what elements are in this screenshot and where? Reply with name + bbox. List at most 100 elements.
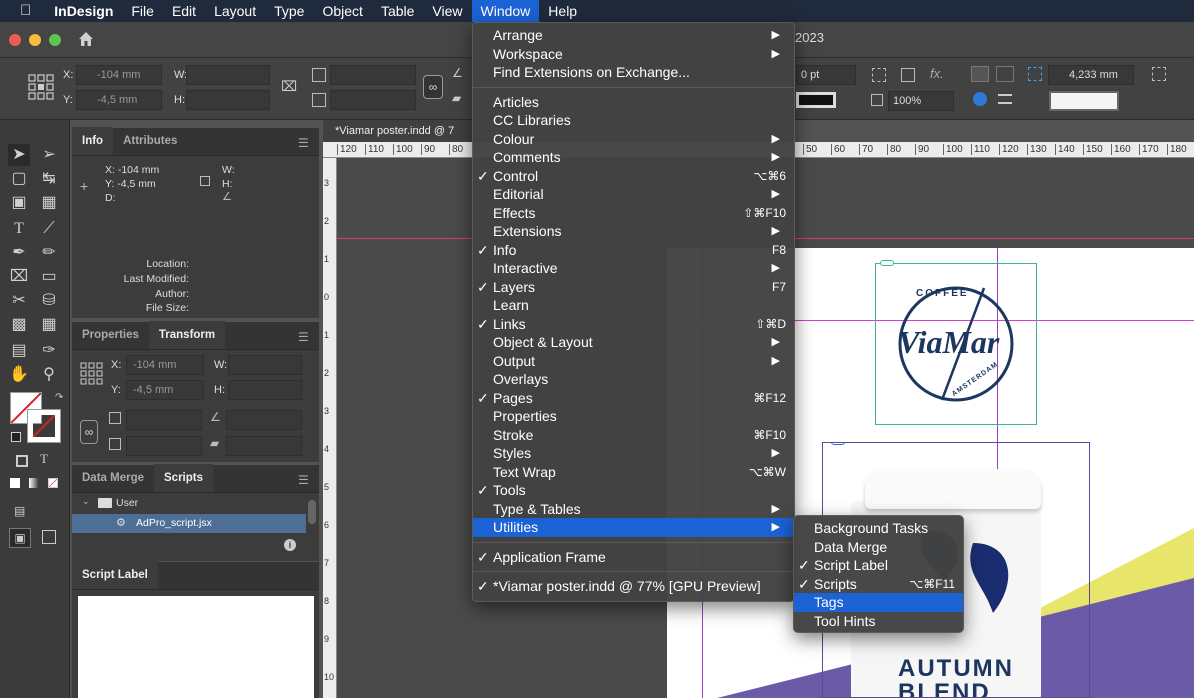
menu-item-interactive[interactable]: Interactive ▶	[473, 259, 794, 278]
menu-item-workspace[interactable]: Workspace ▶	[473, 45, 794, 64]
effects-fx-icon[interactable]: fx.	[930, 66, 944, 81]
chevron-down-icon[interactable]: ⌄	[82, 496, 90, 507]
stroke-swatch[interactable]	[27, 409, 61, 443]
align-justify-icon[interactable]	[971, 66, 989, 82]
menu-file[interactable]: File	[122, 0, 163, 22]
menu-type[interactable]: Type	[265, 0, 313, 22]
logo-frame[interactable]: COFFEE ViaMar AMSTERDAM	[875, 260, 1037, 425]
menu-window[interactable]: Window	[471, 0, 540, 22]
transform-x-field[interactable]: -104 mm	[126, 355, 204, 375]
menu-item-properties[interactable]: Properties	[473, 407, 794, 426]
frame-icon[interactable]	[901, 68, 915, 82]
menu-indesign[interactable]: InDesign	[45, 0, 122, 22]
tab-data-merge[interactable]: Data Merge	[72, 464, 154, 492]
menu-item-colour[interactable]: Colour ▶	[473, 130, 794, 149]
selection-tool-icon[interactable]: ➤	[8, 144, 30, 166]
gradient-feather-tool-icon[interactable]: ▦	[38, 314, 60, 336]
content-collector-icon[interactable]: ▣	[8, 192, 30, 214]
menu-item-application-frame[interactable]: ✓ Application Frame	[473, 548, 794, 567]
tab-script-label[interactable]: Script Label	[72, 561, 158, 589]
tab-info[interactable]: Info	[72, 127, 114, 155]
formatting-container-icon[interactable]	[16, 455, 28, 467]
type-tool-icon[interactable]: T	[8, 218, 30, 240]
menu-item-tool-hints[interactable]: Tool Hints	[794, 612, 963, 631]
rotation-field[interactable]	[226, 410, 302, 430]
transform-y-field[interactable]: -4,5 mm	[126, 380, 204, 400]
tab-attributes[interactable]: Attributes	[113, 127, 187, 155]
free-transform-tool-icon[interactable]: ⛁	[38, 290, 60, 312]
close-window-button[interactable]	[9, 34, 21, 46]
script-label-textarea[interactable]	[78, 596, 314, 698]
tab-scripts[interactable]: Scripts	[154, 464, 213, 492]
menu-item-output[interactable]: Output ▶	[473, 352, 794, 371]
pencil-tool-icon[interactable]: ✏	[38, 242, 60, 264]
text-frame-options-icon[interactable]	[1152, 67, 1166, 81]
menu-layout[interactable]: Layout	[205, 0, 265, 22]
menu-help[interactable]: Help	[539, 0, 586, 22]
vertical-ruler[interactable]: 3 2 1 0 1 2 3 4 5 6 7 8 9 10	[323, 158, 337, 698]
menu-item-tools[interactable]: ✓ Tools	[473, 481, 794, 500]
menu-view[interactable]: View	[423, 0, 471, 22]
apply-none-icon[interactable]	[48, 478, 58, 488]
panel-menu-icon[interactable]: ☰	[298, 473, 309, 487]
direct-selection-tool-icon[interactable]: ➢	[38, 144, 60, 166]
formatting-text-icon[interactable]: T	[40, 451, 48, 467]
menu-item-learn[interactable]: Learn	[473, 296, 794, 315]
constrain-proportions-icon[interactable]: ⌧	[281, 78, 297, 95]
menu-item-stroke[interactable]: Stroke ⌘F10	[473, 426, 794, 445]
link-chain-icon[interactable]	[880, 260, 894, 266]
scale-y-field[interactable]	[126, 436, 202, 456]
info-icon[interactable]: i	[284, 539, 296, 551]
menu-item-overlays[interactable]: Overlays	[473, 370, 794, 389]
apply-gradient-icon[interactable]	[29, 478, 39, 488]
menu-object[interactable]: Object	[313, 0, 371, 22]
menu-item-tags[interactable]: Tags	[794, 593, 963, 612]
menu-item-comments[interactable]: Comments ▶	[473, 148, 794, 167]
align-bottom-icon[interactable]	[998, 94, 1012, 104]
scale-x-field[interactable]	[330, 65, 416, 85]
y-field[interactable]: -4,5 mm	[76, 90, 162, 110]
normal-view-icon[interactable]: ▣	[9, 528, 31, 548]
zoom-window-button[interactable]	[49, 34, 61, 46]
h-field[interactable]	[186, 90, 270, 110]
minimize-window-button[interactable]	[29, 34, 41, 46]
document-tab[interactable]: *Viamar poster.indd @ 7	[323, 120, 473, 142]
menu-item-articles[interactable]: Articles	[473, 93, 794, 112]
home-icon[interactable]	[76, 29, 96, 49]
menu-item-links[interactable]: ✓ Links ⇧⌘D	[473, 315, 794, 334]
transform-w-field[interactable]	[228, 355, 302, 375]
align-columns-icon[interactable]	[996, 66, 1014, 82]
menu-table[interactable]: Table	[372, 0, 423, 22]
gap-tool-icon[interactable]: ↹	[38, 168, 60, 190]
transform-h-field[interactable]	[228, 380, 302, 400]
stroke-type-swatch[interactable]	[796, 92, 836, 108]
menu-item-editorial[interactable]: Editorial ▶	[473, 185, 794, 204]
w-field[interactable]	[186, 65, 270, 85]
link-chain-icon[interactable]	[831, 443, 845, 445]
rectangle-tool-icon[interactable]: ▭	[38, 266, 60, 288]
menu-item-find-extensions-on-exchange[interactable]: Find Extensions on Exchange...	[473, 63, 794, 82]
apple-menu-icon[interactable]: 	[0, 0, 45, 22]
note-tool-icon[interactable]: ▤	[8, 340, 30, 362]
menu-item-arrange[interactable]: Arrange ▶	[473, 26, 794, 45]
reference-point-icon[interactable]	[80, 362, 104, 386]
menu-item-layers[interactable]: ✓ Layers F7	[473, 278, 794, 297]
menu-item-script-label[interactable]: ✓ Script Label	[794, 556, 963, 575]
panel-menu-icon[interactable]: ☰	[298, 136, 309, 150]
menu-item-utilities[interactable]: Utilities ▶	[473, 518, 794, 537]
menu-item-data-merge[interactable]: Data Merge	[794, 538, 963, 557]
default-colors-icon[interactable]	[11, 432, 21, 442]
scale-y-field[interactable]	[330, 90, 416, 110]
preview-mode-icon[interactable]	[42, 530, 56, 544]
menu-item-viamar-poster-indd-77-gpu-preview[interactable]: ✓ *Viamar poster.indd @ 77% [GPU Preview]	[473, 577, 794, 596]
menu-item-background-tasks[interactable]: Background Tasks	[794, 519, 963, 538]
eyedropper-tool-icon[interactable]: ✑	[38, 340, 60, 362]
column-rule-swatch[interactable]	[1049, 91, 1119, 111]
menu-item-styles[interactable]: Styles ▶	[473, 444, 794, 463]
stroke-weight-field[interactable]: 0 pt	[796, 65, 856, 85]
reference-point-icon[interactable]	[28, 74, 54, 100]
gradient-swatch-tool-icon[interactable]: ▩	[8, 314, 30, 336]
scale-x-field[interactable]	[126, 410, 202, 430]
zoom-tool-icon[interactable]: ⚲	[38, 364, 60, 386]
rectangle-frame-tool-icon[interactable]: ⌧	[8, 266, 30, 288]
